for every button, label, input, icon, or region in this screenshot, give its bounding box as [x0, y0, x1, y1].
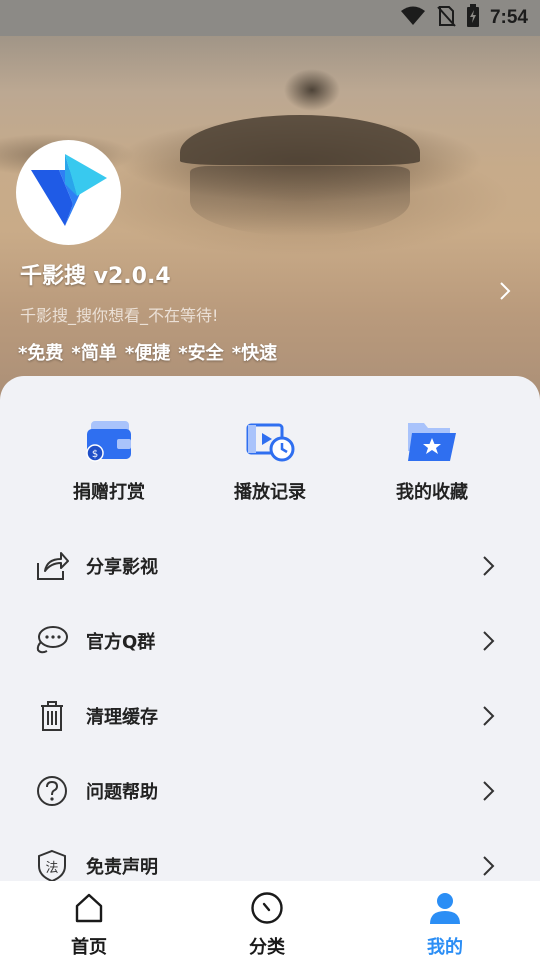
svg-text:法: 法: [45, 861, 58, 876]
menu-item-qq-group[interactable]: 官方Q群: [0, 611, 540, 671]
menu-item-clear-cache[interactable]: 清理缓存: [0, 686, 540, 746]
nav-label: 分类: [249, 937, 285, 958]
favorites-label: 我的收藏: [396, 482, 468, 503]
help-icon: [34, 773, 70, 809]
law-shield-icon: 法: [34, 848, 70, 884]
chevron-right-icon[interactable]: [494, 280, 516, 302]
chat-icon: [34, 623, 70, 659]
wifi-icon: [400, 6, 426, 30]
nav-category[interactable]: 分类: [207, 881, 327, 960]
chevron-right-icon: [478, 854, 498, 878]
menu-panel: $ 捐赠打赏 播放记录 我的收藏 分享影视 官方Q群 清理缓存 问题帮助 法 免…: [0, 376, 540, 886]
home-icon: [72, 891, 106, 925]
no-sim-icon: [436, 5, 456, 31]
nav-label: 首页: [71, 937, 107, 958]
background-island: [180, 115, 420, 165]
battery-icon: [466, 4, 480, 32]
nav-home[interactable]: 首页: [29, 881, 149, 960]
donate-label: 捐赠打赏: [73, 482, 145, 503]
chevron-right-icon: [478, 629, 498, 653]
profile-header: 7:54 千影搜 v2.0.4 千影搜_搜你想看_不在等待! *免费 *简单 *…: [0, 0, 540, 420]
menu-item-label: 分享影视: [86, 557, 158, 578]
tag: *免费: [18, 343, 64, 364]
wallet-icon: $: [81, 416, 137, 466]
app-logo[interactable]: [16, 140, 121, 245]
menu-item-label: 官方Q群: [86, 632, 156, 653]
nav-label: 我的: [427, 937, 463, 958]
quick-actions: $ 捐赠打赏 播放记录 我的收藏: [0, 416, 540, 506]
tag: *简单: [71, 343, 117, 364]
status-time: 7:54: [489, 7, 528, 28]
background-trees: [272, 60, 352, 120]
feature-tags: *免费 *简单 *便捷 *安全 *快速: [18, 339, 277, 365]
share-icon: [34, 548, 70, 584]
favorites-button[interactable]: 我的收藏: [352, 416, 512, 506]
nav-mine[interactable]: 我的: [385, 881, 505, 960]
tag: *快速: [231, 343, 278, 364]
svg-text:$: $: [92, 449, 98, 460]
play-history-button[interactable]: 播放记录: [190, 416, 350, 506]
app-name: 千影搜 v2.0.4: [20, 264, 171, 289]
favorites-folder-icon: [404, 416, 460, 466]
play-history-icon: [242, 416, 298, 466]
bottom-nav: 首页 分类 我的: [0, 881, 540, 960]
compass-icon: [250, 891, 284, 925]
menu-item-label: 免责声明: [86, 857, 158, 878]
background-reflection: [190, 166, 410, 236]
menu-item-share[interactable]: 分享影视: [0, 536, 540, 596]
menu-item-label: 问题帮助: [86, 782, 158, 803]
chevron-right-icon: [478, 554, 498, 578]
play-history-label: 播放记录: [234, 482, 306, 503]
tag: *安全: [178, 343, 224, 364]
menu-item-help[interactable]: 问题帮助: [0, 761, 540, 821]
user-icon: [428, 891, 462, 925]
chevron-right-icon: [478, 704, 498, 728]
status-bar: 7:54: [0, 0, 540, 36]
menu-item-label: 清理缓存: [86, 707, 158, 728]
donate-button[interactable]: $ 捐赠打赏: [29, 416, 189, 506]
tag: *便捷: [124, 343, 171, 364]
chevron-right-icon: [478, 779, 498, 803]
trash-icon: [34, 698, 70, 734]
app-slogan: 千影搜_搜你想看_不在等待!: [20, 306, 219, 325]
